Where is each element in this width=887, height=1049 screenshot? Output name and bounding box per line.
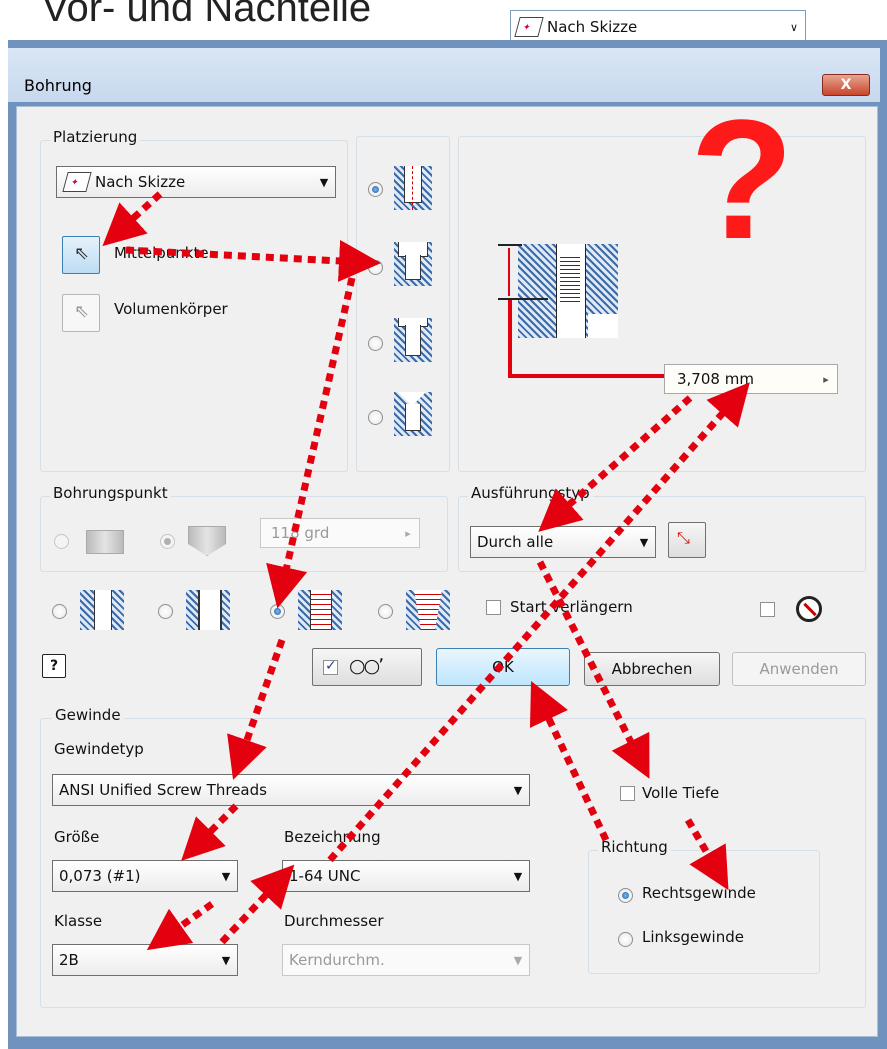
annotation-arrows-layer xyxy=(102,191,750,951)
arrow-counterbore-to-tapped xyxy=(266,277,356,609)
arrow-thread-type-to-size xyxy=(181,803,239,861)
arrow-centerpoints-to-counterbore xyxy=(125,239,381,282)
arrow-size-class-link xyxy=(146,901,215,951)
arrow-combo-to-centerpoints xyxy=(102,191,163,247)
arrow-tapped-to-thread-type xyxy=(227,638,286,780)
arrow-class-designation-link xyxy=(219,864,295,945)
arrow-direction-to-ok xyxy=(529,681,610,842)
arrow-termination-to-full-depth xyxy=(536,560,650,779)
arrow-designation-to-depth xyxy=(327,382,750,863)
arrow-full-depth-to-right-hand xyxy=(684,818,729,891)
arrow-depth-to-termination xyxy=(538,395,693,532)
